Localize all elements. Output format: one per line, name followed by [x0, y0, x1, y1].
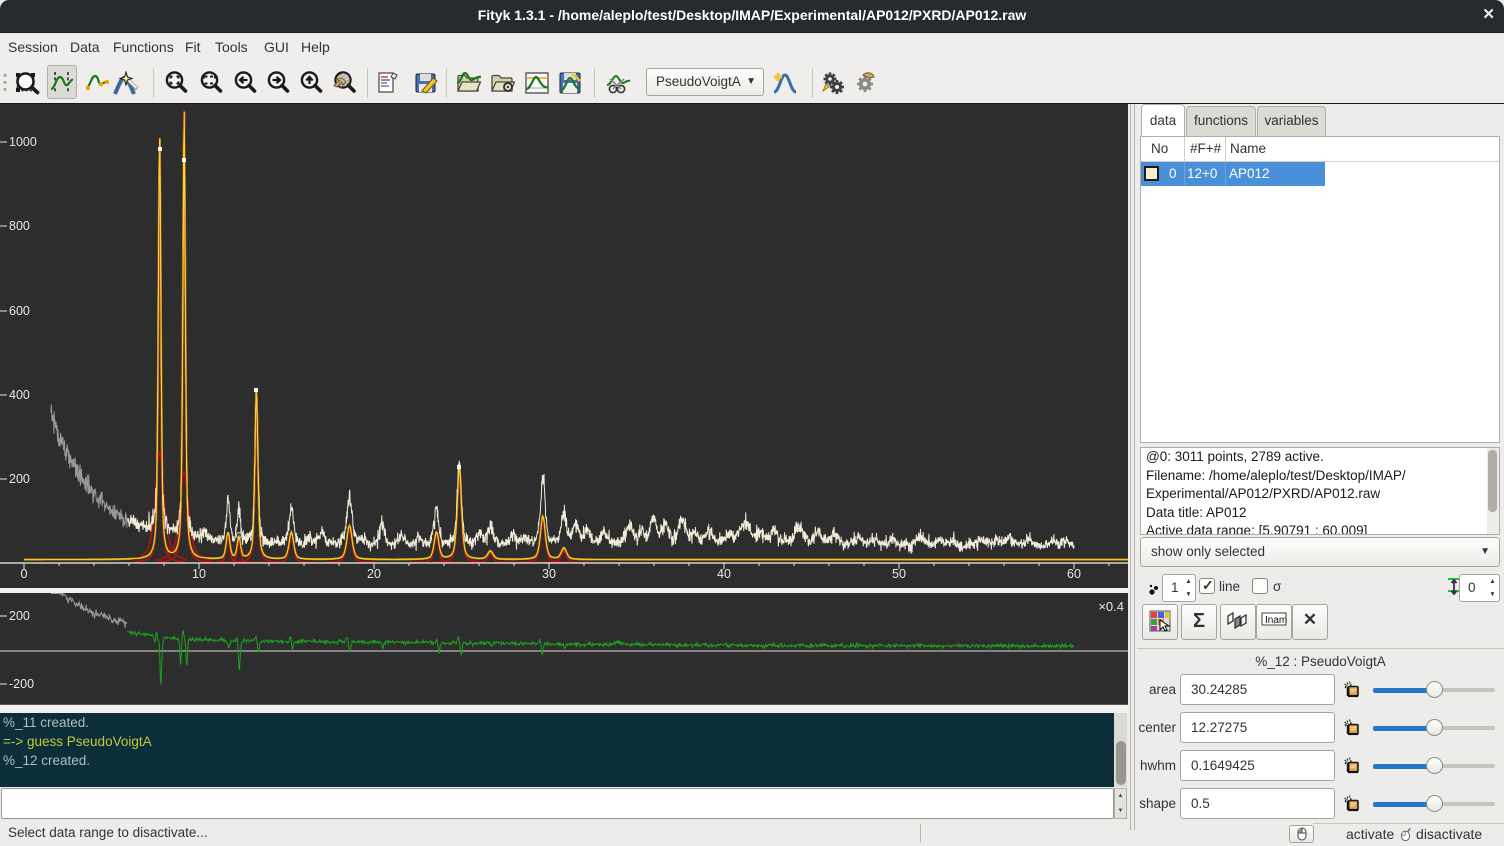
svg-text:20: 20: [367, 567, 381, 581]
svg-text:10: 10: [192, 567, 206, 581]
svg-text:×0.4: ×0.4: [1098, 599, 1124, 614]
svg-text:1000: 1000: [9, 135, 37, 149]
svg-text:200: 200: [9, 472, 30, 486]
svg-text:200: 200: [9, 609, 30, 623]
svg-text:50: 50: [892, 567, 906, 581]
svg-text:-200: -200: [9, 677, 34, 691]
svg-text:Inam: Inam: [1265, 615, 1287, 626]
svg-text:30: 30: [542, 567, 556, 581]
svg-text:60: 60: [1067, 567, 1081, 581]
svg-text:800: 800: [9, 219, 30, 233]
svg-text:40: 40: [717, 567, 731, 581]
svg-text:400: 400: [9, 388, 30, 402]
svg-text:0: 0: [21, 567, 28, 581]
svg-text:600: 600: [9, 304, 30, 318]
